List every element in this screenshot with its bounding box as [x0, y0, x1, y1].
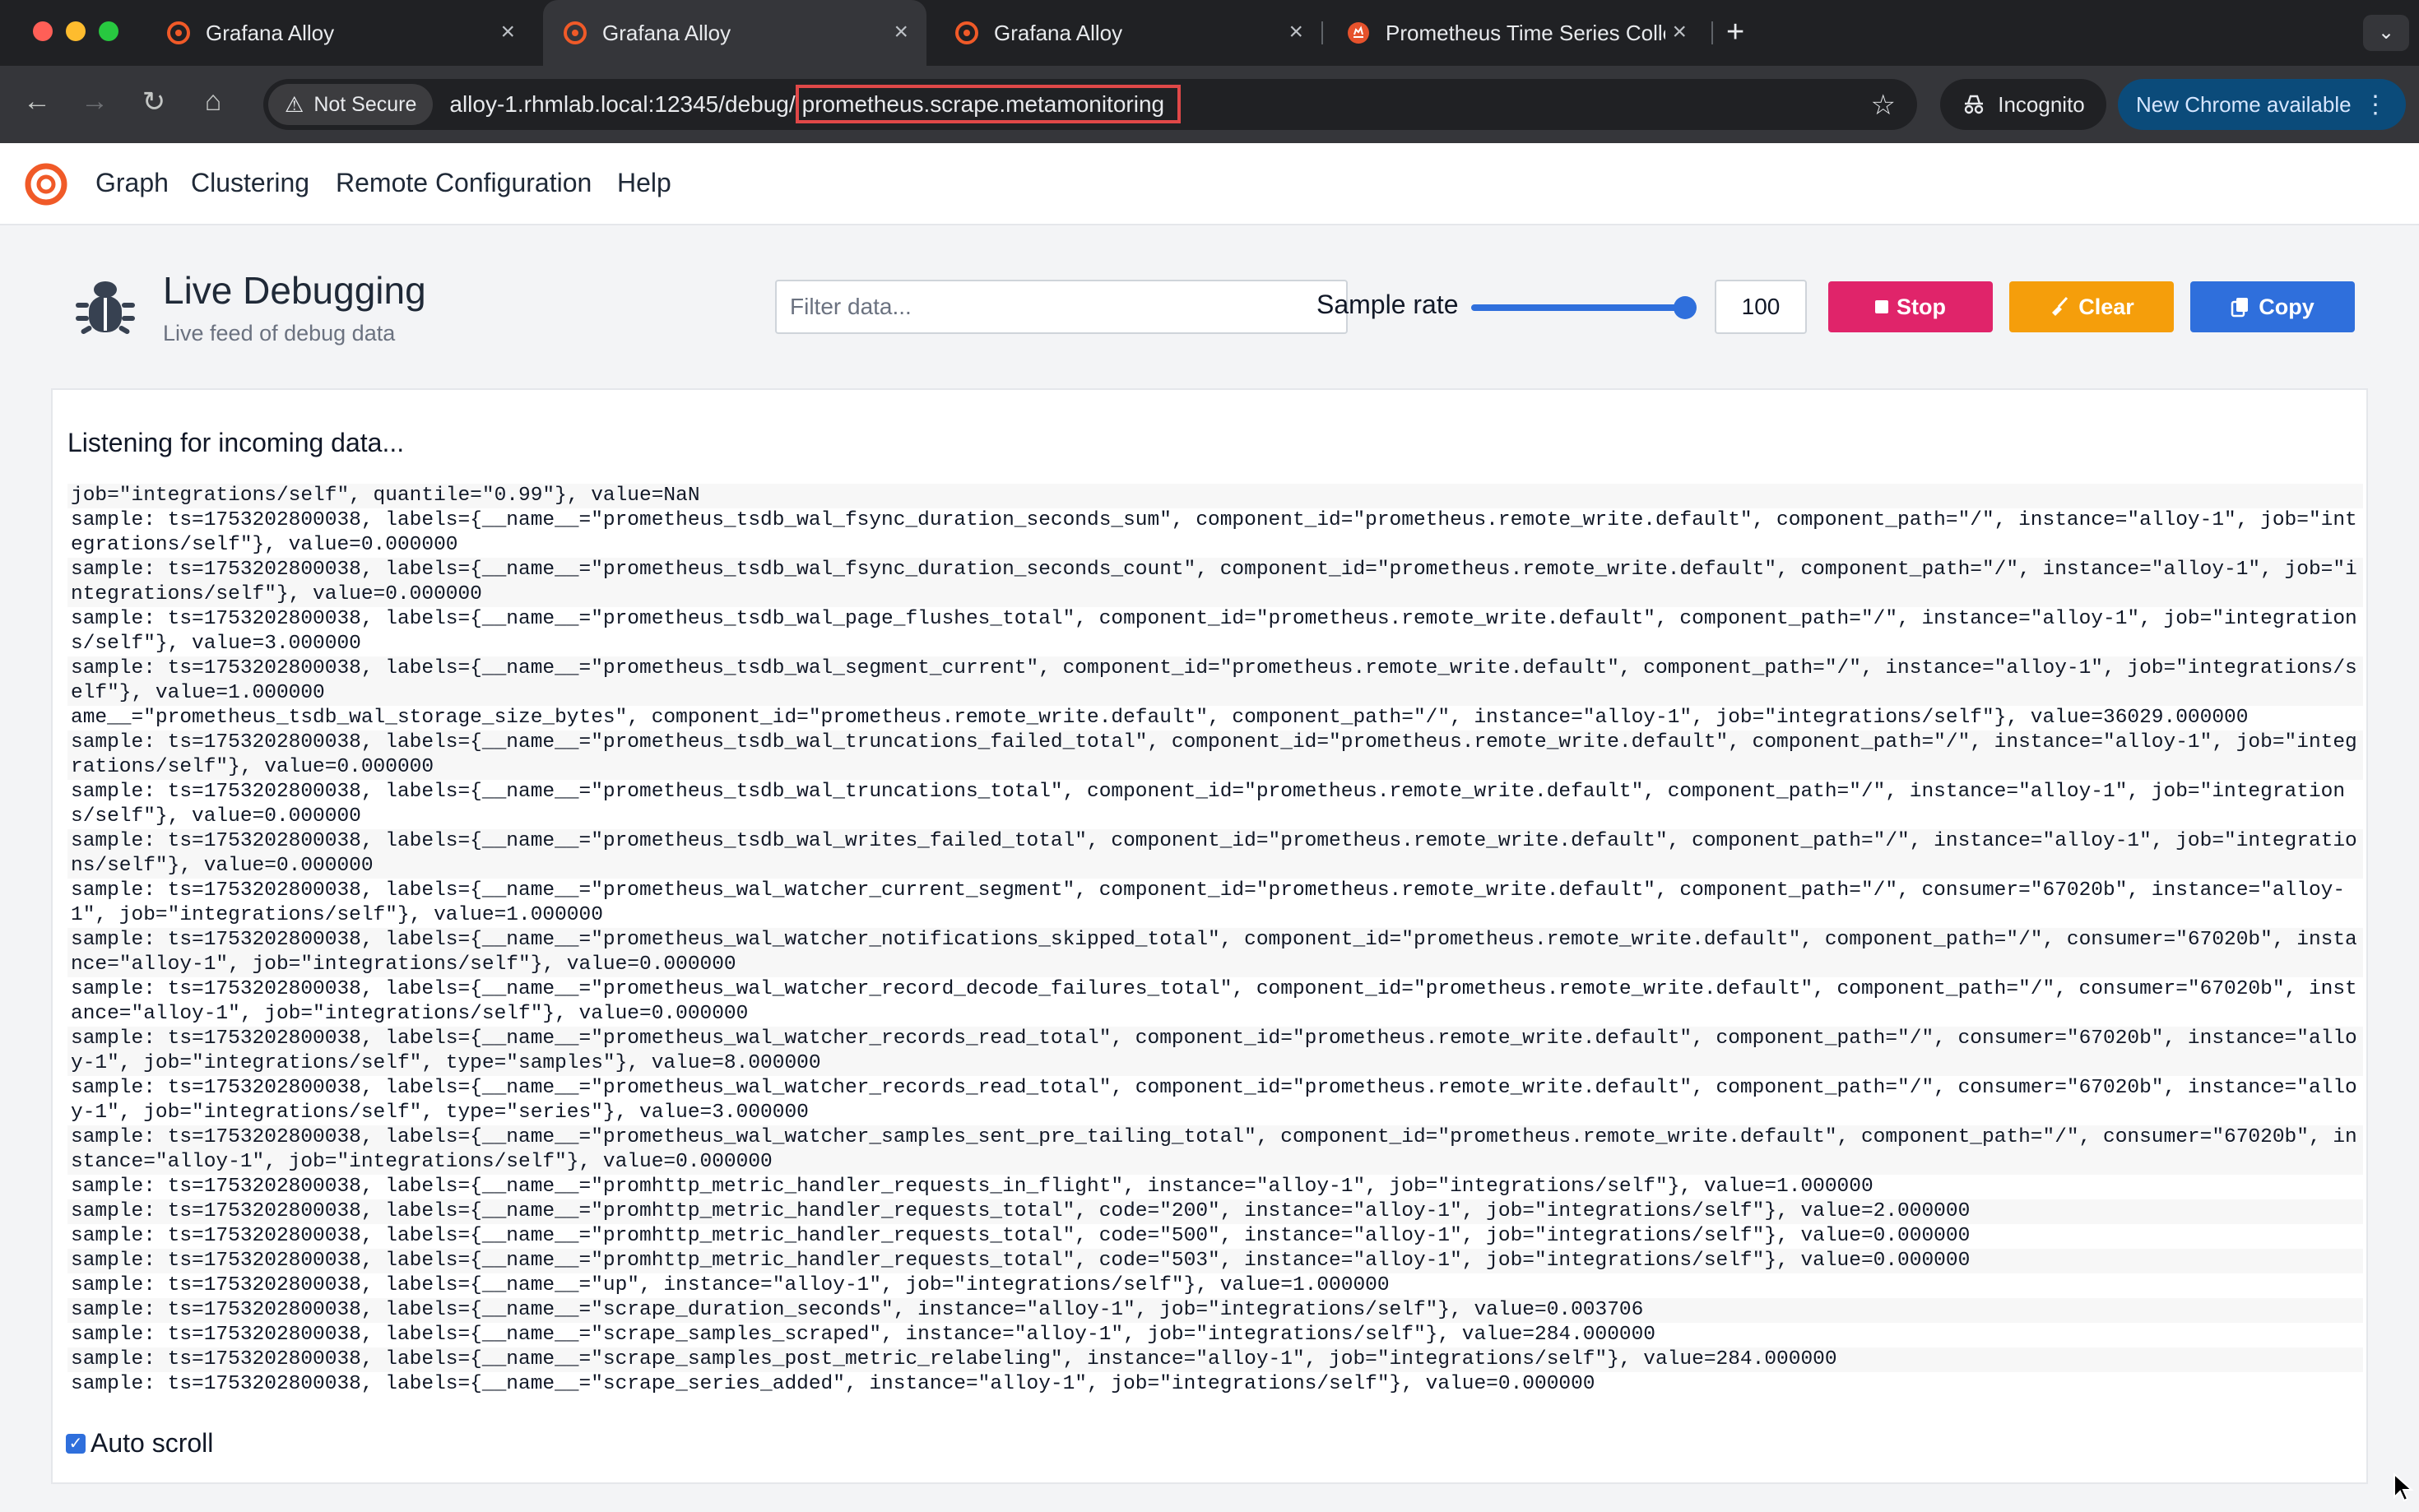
log-output[interactable]: job="integrations/self", quantile="0.99"…	[67, 484, 2363, 1405]
prometheus-favicon-icon	[1348, 22, 1369, 44]
stop-button[interactable]: Stop	[1828, 281, 1993, 332]
stop-icon	[1875, 300, 1888, 313]
tab-title: Grafana Alloy	[206, 20, 335, 45]
home-icon[interactable]: ⌂	[194, 86, 232, 118]
minimize-window-button[interactable]	[66, 21, 86, 41]
warning-triangle-icon: ⚠	[285, 91, 304, 117]
live-data-panel: Listening for incoming data... job="inte…	[51, 388, 2368, 1484]
log-line: sample: ts=1753202800038, labels={__name…	[67, 1125, 2363, 1175]
log-line: sample: ts=1753202800038, labels={__name…	[67, 1199, 2363, 1224]
close-tab-icon[interactable]: ×	[894, 18, 908, 46]
log-line: sample: ts=1753202800038, labels={__name…	[71, 1274, 1390, 1296]
browser-tab-1[interactable]: Grafana Alloy ×	[146, 0, 533, 66]
mouse-cursor-icon	[2393, 1473, 2414, 1502]
zoom-window-button[interactable]	[99, 21, 118, 41]
sample-rate-slider-thumb[interactable]	[1674, 296, 1697, 319]
log-line: sample: ts=1753202800038, labels={__name…	[67, 829, 2363, 879]
log-line: sample: ts=1753202800038, labels={__name…	[71, 1225, 1971, 1247]
log-line: sample: ts=1753202800038, labels={__name…	[71, 1077, 2357, 1124]
log-line: ame__="prometheus_tsdb_wal_storage_size_…	[71, 707, 2249, 729]
nav-clustering[interactable]: Clustering	[191, 168, 309, 198]
clear-label: Clear	[2078, 294, 2134, 319]
grafana-favicon-icon	[955, 21, 978, 44]
omnibox[interactable]: ⚠ Not Secure alloy-1.rhmlab.local:12345/…	[263, 79, 1917, 130]
tab-title: Grafana Alloy	[602, 20, 731, 45]
url-text[interactable]: alloy-1.rhmlab.local:12345/debug/prometh…	[449, 85, 1182, 123]
grafana-favicon-icon	[167, 21, 190, 44]
incognito-indicator[interactable]: Incognito	[1940, 79, 2106, 130]
tab-title: Prometheus Time Series Colle	[1386, 20, 1665, 45]
log-line: sample: ts=1753202800038, labels={__name…	[71, 1373, 1595, 1395]
copy-button[interactable]: Copy	[2190, 281, 2355, 332]
url-highlight: prometheus.scrape.metamonitoring	[795, 85, 1182, 123]
incognito-label: Incognito	[1998, 91, 2085, 117]
broom-icon	[2052, 296, 2068, 316]
bookmark-star-icon[interactable]: ☆	[1871, 89, 1896, 122]
log-line: sample: ts=1753202800038, labels={__name…	[67, 558, 2363, 607]
app-navbar: Graph Clustering Remote Configuration He…	[0, 143, 2419, 225]
update-label: New Chrome available	[2136, 91, 2352, 117]
back-arrow-icon[interactable]: ←	[18, 86, 56, 118]
nav-help[interactable]: Help	[617, 168, 671, 198]
listening-status: Listening for incoming data...	[67, 428, 405, 457]
log-line: sample: ts=1753202800038, labels={__name…	[71, 608, 2357, 655]
page-subtitle: Live feed of debug data	[163, 321, 396, 346]
log-line: sample: ts=1753202800038, labels={__name…	[67, 656, 2363, 706]
menu-dots-icon[interactable]: ⋮	[2363, 90, 2388, 119]
log-line: sample: ts=1753202800038, labels={__name…	[71, 1324, 1656, 1346]
bug-icon	[76, 281, 135, 334]
log-line: sample: ts=1753202800038, labels={__name…	[67, 1298, 2363, 1323]
filter-input[interactable]	[775, 280, 1348, 334]
new-chrome-available-button[interactable]: New Chrome available ⋮	[2118, 79, 2406, 130]
close-tab-icon[interactable]: ×	[1672, 18, 1687, 46]
sample-rate-input[interactable]: 100	[1715, 280, 1807, 334]
incognito-icon	[1965, 95, 1984, 114]
page-title: Live Debugging	[163, 269, 426, 312]
log-line: sample: ts=1753202800038, labels={__name…	[71, 781, 2346, 828]
close-tab-icon[interactable]: ×	[1288, 18, 1303, 46]
copy-label: Copy	[2259, 294, 2315, 319]
security-indicator[interactable]: ⚠ Not Secure	[268, 84, 434, 125]
browser-tab-strip: Grafana Alloy × Grafana Alloy × Grafana …	[0, 0, 2419, 66]
log-line: sample: ts=1753202800038, labels={__name…	[67, 730, 2363, 780]
auto-scroll-checkbox[interactable]: ✓	[66, 1433, 86, 1454]
log-line: sample: ts=1753202800038, labels={__name…	[67, 1347, 2363, 1372]
copy-icon	[2231, 298, 2249, 318]
auto-scroll-toggle[interactable]: ✓ Auto scroll	[66, 1428, 213, 1459]
log-line: sample: ts=1753202800038, labels={__name…	[71, 509, 2357, 556]
nav-graph[interactable]: Graph	[95, 168, 169, 198]
grafana-favicon-icon	[564, 21, 587, 44]
url-prefix: alloy-1.rhmlab.local:12345/debug/	[449, 91, 796, 117]
nav-remote-configuration[interactable]: Remote Configuration	[336, 168, 592, 198]
security-label: Not Secure	[313, 92, 417, 116]
sample-rate-label: Sample rate	[1316, 290, 1459, 319]
browser-tab-4[interactable]: Prometheus Time Series Colle ×	[1326, 0, 1705, 66]
log-line: sample: ts=1753202800038, labels={__name…	[67, 928, 2363, 977]
log-line: sample: ts=1753202800038, labels={__name…	[71, 879, 2346, 926]
tab-separator	[1711, 21, 1713, 44]
tab-search-chevron-icon[interactable]: ⌄	[2363, 15, 2409, 51]
log-line: sample: ts=1753202800038, labels={__name…	[67, 1249, 2363, 1273]
tab-title: Grafana Alloy	[994, 20, 1123, 45]
log-line: job="integrations/self", quantile="0.99"…	[67, 484, 2363, 508]
browser-tab-3[interactable]: Grafana Alloy ×	[935, 0, 1321, 66]
tab-separator	[1321, 21, 1323, 44]
sample-rate-slider[interactable]	[1471, 304, 1690, 311]
new-tab-button[interactable]: +	[1726, 15, 1744, 50]
grafana-alloy-logo-icon[interactable]	[23, 161, 69, 207]
forward-arrow-icon[interactable]: →	[76, 86, 114, 118]
auto-scroll-label: Auto scroll	[91, 1428, 214, 1458]
browser-tab-2[interactable]: Grafana Alloy ×	[543, 0, 926, 66]
log-line: sample: ts=1753202800038, labels={__name…	[71, 1176, 1873, 1198]
stop-label: Stop	[1897, 294, 1946, 319]
browser-toolbar: ← → ↻ ⌂ ⚠ Not Secure alloy-1.rhmlab.loca…	[0, 66, 2419, 143]
log-line: sample: ts=1753202800038, labels={__name…	[67, 1027, 2363, 1076]
clear-button[interactable]: Clear	[2009, 281, 2174, 332]
close-tab-icon[interactable]: ×	[500, 18, 515, 46]
log-line: sample: ts=1753202800038, labels={__name…	[71, 978, 2357, 1025]
reload-icon[interactable]: ↻	[135, 86, 173, 118]
close-window-button[interactable]	[33, 21, 53, 41]
live-debugging-header: Live Debugging Live feed of debug data S…	[51, 260, 2365, 367]
